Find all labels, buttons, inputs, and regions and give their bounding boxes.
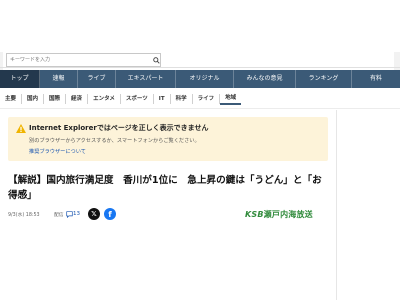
category-nav-divider (0, 108, 400, 109)
tab-original[interactable]: オリジナル (176, 70, 234, 88)
article-headline: 【解説】国内旅行満足度 香川が1位に 急上昇の鍵は「うどん」と「お得感」 (8, 175, 322, 201)
category-international[interactable]: 国際 (44, 94, 67, 104)
category-entertainment[interactable]: エンタメ (88, 94, 121, 104)
x-logo-icon: 𝕏 (91, 210, 97, 218)
category-main[interactable]: 主要 (0, 94, 23, 104)
notice-title: Internet Explorerではページを正しく表示できません (29, 124, 209, 132)
comment-button[interactable]: 13 (66, 209, 80, 219)
category-sports[interactable]: スポーツ (121, 94, 154, 104)
comment-icon (66, 210, 73, 218)
brand-prefix: KSB (245, 210, 264, 219)
category-it[interactable]: IT (154, 94, 171, 104)
category-regional[interactable]: 地域 (220, 93, 242, 105)
brand-name: 瀬戸内海放送 (263, 210, 313, 219)
search-icon (152, 56, 160, 64)
category-life[interactable]: ライフ (193, 94, 221, 104)
header-area (0, 0, 400, 52)
tab-live[interactable]: ライブ (78, 70, 116, 88)
category-science[interactable]: 科学 (171, 94, 193, 104)
article-date: 9/3(水) 18:53 (8, 213, 40, 218)
search-box (6, 53, 161, 67)
category-domestic[interactable]: 国内 (22, 94, 45, 104)
comment-count: 13 (73, 211, 80, 217)
media-brand[interactable]: KSB瀬戸内海放送 (245, 209, 313, 220)
notice-body: 別のブラウザーからアクセスするか、スマートフォンからご覧ください。 (29, 138, 200, 144)
facebook-logo-icon: f (108, 209, 112, 219)
tab-opinions[interactable]: みんなの意見 (234, 70, 296, 88)
category-economy[interactable]: 経済 (66, 94, 89, 104)
tab-top[interactable]: トップ (0, 70, 40, 88)
x-share-button[interactable]: 𝕏 (88, 208, 100, 220)
tab-breaking[interactable]: 速報 (40, 70, 78, 88)
warning-icon (16, 124, 26, 133)
column-divider (336, 110, 337, 300)
primary-nav: トップ 速報 ライブ エキスパート オリジナル みんなの意見 ランキング 有料 (0, 70, 400, 88)
category-nav: 主要 国内 国際 経済 エンタメ スポーツ IT 科学 ライフ 地域 (0, 92, 400, 106)
tab-expert[interactable]: エキスパート (116, 70, 176, 88)
search-input[interactable] (7, 54, 150, 66)
tab-ranking[interactable]: ランキング (296, 70, 352, 88)
recommended-browser-link[interactable]: 推奨ブラウザーについて (29, 148, 86, 155)
tab-paid[interactable]: 有料 (352, 70, 400, 88)
browser-notice: Internet Explorerではページを正しく表示できません 別のブラウザ… (8, 117, 328, 161)
facebook-share-button[interactable]: f (104, 208, 116, 220)
header-divider (0, 67, 400, 68)
search-button[interactable] (151, 55, 161, 65)
article-source-label: 配信 (54, 213, 64, 218)
article-meta: 9/3(水) 18:53 配信 13 𝕏 f KSB瀬戸内海放送 (8, 207, 330, 223)
